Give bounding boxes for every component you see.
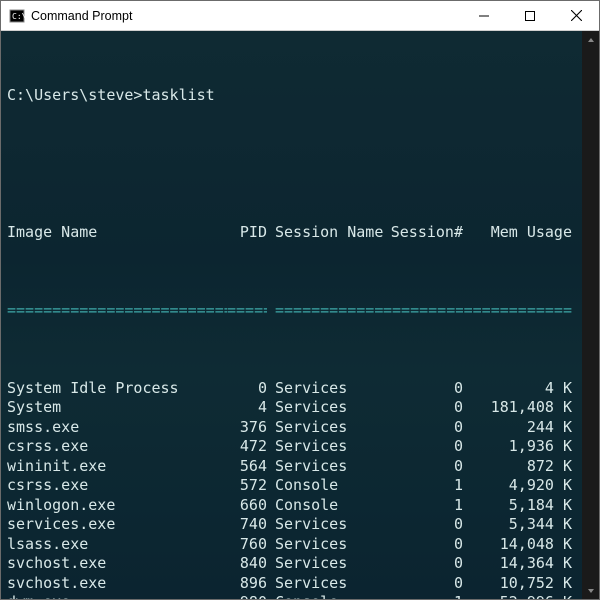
cell-image: lsass.exe — [7, 535, 227, 555]
cell-mem: 14,048 K — [463, 535, 578, 555]
cell-image: winlogon.exe — [7, 496, 227, 516]
prompt-line: C:\Users\steve>tasklist — [7, 86, 578, 106]
cell-session-name: Services — [275, 535, 383, 555]
table-row: csrss.exe472 Services01,936 K — [7, 437, 578, 457]
header-pid: PID — [227, 223, 267, 243]
cell-image: csrss.exe — [7, 437, 227, 457]
svg-text:C:\: C:\ — [12, 12, 25, 21]
table-row: System4 Services0181,408 K — [7, 398, 578, 418]
cell-pid: 660 — [227, 496, 267, 516]
cell-image: System — [7, 398, 227, 418]
separator-row: ========================= ======== =====… — [7, 301, 578, 321]
cell-session-name: Services — [275, 398, 383, 418]
table-row: wininit.exe564 Services0872 K — [7, 457, 578, 477]
cell-session-num: 0 — [383, 457, 463, 477]
table-row: csrss.exe572 Console14,920 K — [7, 476, 578, 496]
cell-session-name: Console — [275, 593, 383, 599]
cell-mem: 181,408 K — [463, 398, 578, 418]
header-row: Image Name PID Session Name Session# Mem… — [7, 223, 578, 243]
cell-mem: 5,344 K — [463, 515, 578, 535]
cell-mem: 244 K — [463, 418, 578, 438]
header-session-num: Session# — [383, 223, 463, 243]
cell-image: csrss.exe — [7, 476, 227, 496]
close-button[interactable] — [553, 1, 599, 31]
cell-image: System Idle Process — [7, 379, 227, 399]
cell-session-name: Services — [275, 437, 383, 457]
cell-pid: 564 — [227, 457, 267, 477]
cell-image: dwm.exe — [7, 593, 227, 599]
cell-mem: 4,920 K — [463, 476, 578, 496]
cell-pid: 572 — [227, 476, 267, 496]
cell-mem: 1,936 K — [463, 437, 578, 457]
titlebar[interactable]: C:\ Command Prompt — [1, 1, 599, 31]
cell-session-num: 1 — [383, 496, 463, 516]
cell-session-name: Services — [275, 379, 383, 399]
table-row: lsass.exe760 Services014,048 K — [7, 535, 578, 555]
vertical-scrollbar[interactable] — [582, 31, 599, 599]
cell-pid: 376 — [227, 418, 267, 438]
cell-session-num: 0 — [383, 437, 463, 457]
table-row: winlogon.exe660 Console15,184 K — [7, 496, 578, 516]
cell-image: svchost.exe — [7, 574, 227, 594]
cell-session-name: Services — [275, 457, 383, 477]
table-row: dwm.exe980 Console152,996 K — [7, 593, 578, 599]
client-area: C:\Users\steve>tasklist Image Name PID S… — [1, 31, 599, 599]
cell-mem: 5,184 K — [463, 496, 578, 516]
command-prompt-window: C:\ Command Prompt C:\Users\steve>taskli… — [0, 0, 600, 600]
cell-session-num: 0 — [383, 554, 463, 574]
cell-session-num: 0 — [383, 418, 463, 438]
cell-pid: 840 — [227, 554, 267, 574]
cell-image: smss.exe — [7, 418, 227, 438]
cell-session-num: 0 — [383, 535, 463, 555]
cell-pid: 980 — [227, 593, 267, 599]
cell-session-name: Console — [275, 496, 383, 516]
scroll-down-button[interactable] — [582, 582, 599, 599]
cell-session-name: Services — [275, 554, 383, 574]
console-output[interactable]: C:\Users\steve>tasklist Image Name PID S… — [1, 31, 582, 599]
cell-mem: 872 K — [463, 457, 578, 477]
cell-session-num: 0 — [383, 379, 463, 399]
cell-pid: 760 — [227, 535, 267, 555]
cell-image: services.exe — [7, 515, 227, 535]
cell-pid: 740 — [227, 515, 267, 535]
cell-session-name: Services — [275, 574, 383, 594]
window-title: Command Prompt — [31, 9, 132, 23]
cell-session-num: 1 — [383, 476, 463, 496]
header-image: Image Name — [7, 223, 227, 243]
cell-session-num: 0 — [383, 515, 463, 535]
cell-session-name: Services — [275, 418, 383, 438]
cell-session-name: Console — [275, 476, 383, 496]
cell-pid: 4 — [227, 398, 267, 418]
cell-mem: 14,364 K — [463, 554, 578, 574]
process-rows: System Idle Process0Services04 KSystem4S… — [7, 379, 578, 600]
maximize-button[interactable] — [507, 1, 553, 31]
cell-pid: 896 — [227, 574, 267, 594]
cell-pid: 0 — [227, 379, 267, 399]
scroll-up-button[interactable] — [582, 31, 599, 48]
cell-image: svchost.exe — [7, 554, 227, 574]
cell-session-num: 0 — [383, 398, 463, 418]
cell-session-num: 0 — [383, 574, 463, 594]
table-row: System Idle Process0Services04 K — [7, 379, 578, 399]
cell-mem: 4 K — [463, 379, 578, 399]
minimize-button[interactable] — [461, 1, 507, 31]
table-row: svchost.exe896 Services010,752 K — [7, 574, 578, 594]
cell-mem: 52,996 K — [463, 593, 578, 599]
table-row: smss.exe376 Services0244 K — [7, 418, 578, 438]
cell-mem: 10,752 K — [463, 574, 578, 594]
table-row: services.exe740 Services05,344 K — [7, 515, 578, 535]
blank-line — [7, 145, 578, 165]
header-mem: Mem Usage — [463, 223, 578, 243]
cell-session-num: 1 — [383, 593, 463, 599]
app-icon: C:\ — [9, 8, 25, 24]
cell-image: wininit.exe — [7, 457, 227, 477]
header-session-name: Session Name — [275, 223, 383, 243]
cell-session-name: Services — [275, 515, 383, 535]
cell-pid: 472 — [227, 437, 267, 457]
scroll-track[interactable] — [582, 48, 599, 582]
table-row: svchost.exe840 Services014,364 K — [7, 554, 578, 574]
